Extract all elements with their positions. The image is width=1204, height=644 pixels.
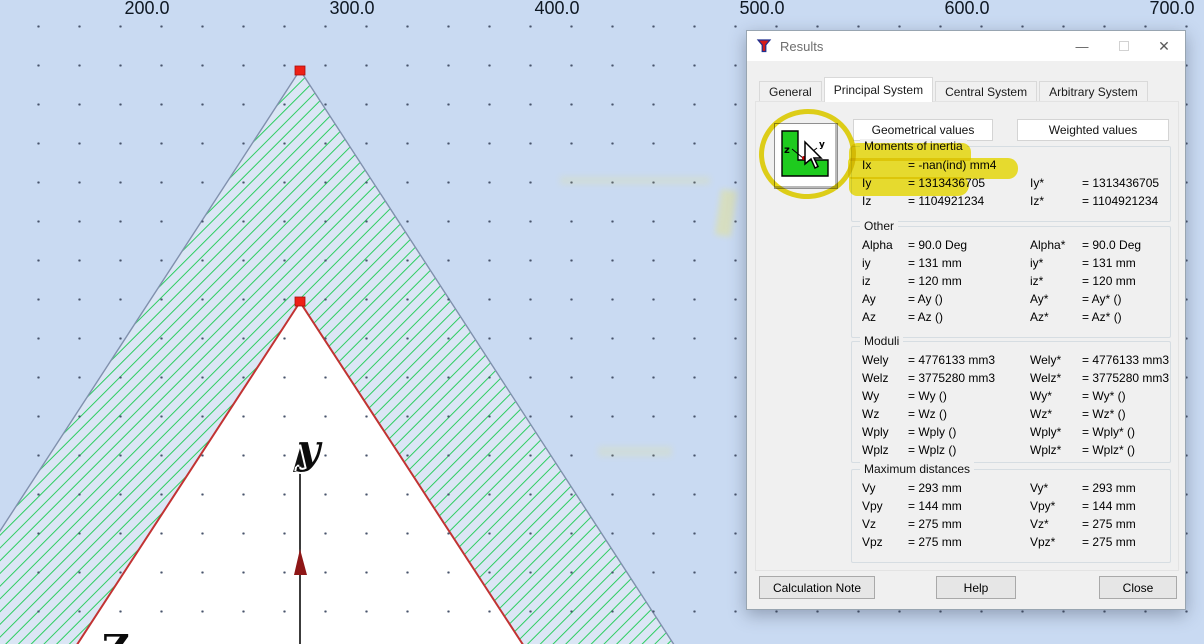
- help-button[interactable]: Help: [936, 576, 1016, 599]
- dialog-buttons: Calculation Note Help Close: [747, 31, 1185, 609]
- ruler-tick-label: 700.0: [1149, 0, 1195, 18]
- z-axis-label: Z: [102, 626, 130, 644]
- tab-principal-system[interactable]: Principal System: [823, 77, 934, 102]
- y-axis-label: y: [297, 426, 321, 473]
- inner-apex-vertex-marker[interactable]: [294, 296, 306, 307]
- ruler-tick-label: 600.0: [944, 0, 990, 18]
- close-button[interactable]: Close: [1099, 576, 1177, 599]
- calculation-note-button[interactable]: Calculation Note: [759, 576, 875, 599]
- ruler-tick-label: 400.0: [534, 0, 580, 18]
- ruler-tick-label: 300.0: [329, 0, 375, 18]
- app-screen: 200.0 300.0 400.0 500.0 600.0 700.0 y Z Resul…: [0, 0, 1204, 644]
- ruler-tick-label: 200.0: [124, 0, 170, 18]
- apex-vertex-marker[interactable]: [294, 65, 306, 76]
- results-dialog: Results — ✕ General Principal System Centr…: [746, 30, 1186, 610]
- ruler-tick-label: 500.0: [739, 0, 785, 18]
